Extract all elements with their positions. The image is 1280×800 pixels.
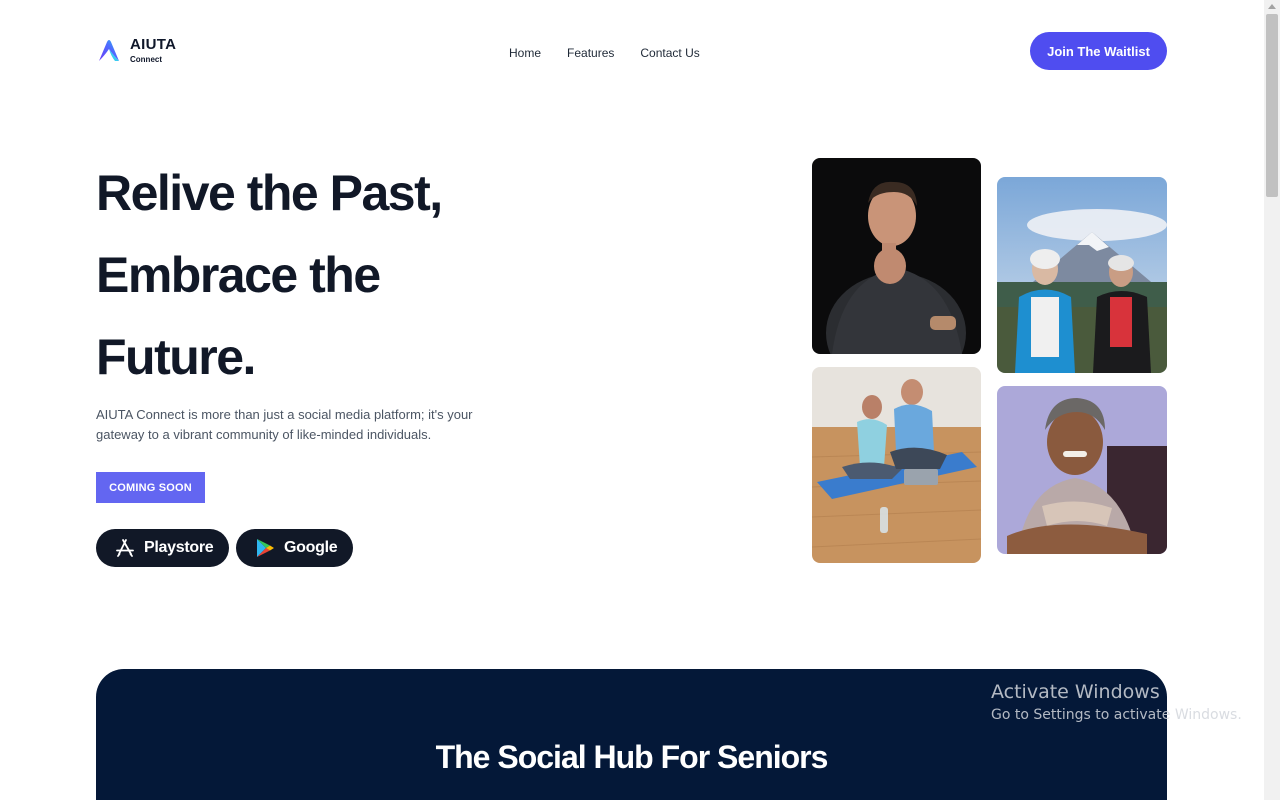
brand-name: AIUTA xyxy=(130,36,177,53)
man-in-dark-shirt-photo xyxy=(812,158,981,354)
google-play-icon xyxy=(257,539,274,557)
scrollbar-thumb[interactable] xyxy=(1266,14,1278,197)
two-seniors-mountain-photo xyxy=(997,177,1167,373)
smiling-senior-woman-photo xyxy=(997,386,1167,554)
hero-title-line: Future. xyxy=(96,329,256,385)
join-waitlist-button[interactable]: Join The Waitlist xyxy=(1030,32,1167,70)
nav-features-link[interactable]: Features xyxy=(567,46,614,60)
google-play-button[interactable]: Google xyxy=(236,529,353,567)
main-nav: Home Features Contact Us xyxy=(509,46,700,60)
hero-description: AIUTA Connect is more than just a social… xyxy=(96,407,473,442)
site-header: AIUTA Connect Home Features Contact Us J… xyxy=(0,0,1264,104)
hero-title-line: Relive the Past, xyxy=(96,165,443,221)
playstore-button[interactable]: Playstore xyxy=(96,529,229,567)
aiuta-a-logo-icon xyxy=(99,39,119,61)
hero-title-line: Embrace the xyxy=(96,247,381,303)
scroll-up-arrow-icon[interactable] xyxy=(1268,4,1276,9)
section-title: The Social Hub For Seniors xyxy=(435,739,829,775)
brand-sub: Connect xyxy=(130,55,162,64)
google-label: Google xyxy=(284,539,338,556)
couple-on-yoga-mat-photo xyxy=(812,367,981,563)
playstore-label: Playstore xyxy=(144,539,214,556)
hero-title: Relive the Past, Embrace the Future. xyxy=(96,152,516,398)
brand-logo[interactable]: AIUTA Connect xyxy=(96,37,176,64)
nav-home-link[interactable]: Home xyxy=(509,46,541,60)
app-store-icon xyxy=(116,539,134,557)
social-hub-section: The Social Hub For Seniors xyxy=(96,669,1167,800)
coming-soon-badge: COMING SOON xyxy=(96,472,205,503)
vertical-scrollbar[interactable] xyxy=(1264,0,1280,800)
nav-contact-link[interactable]: Contact Us xyxy=(640,46,699,60)
